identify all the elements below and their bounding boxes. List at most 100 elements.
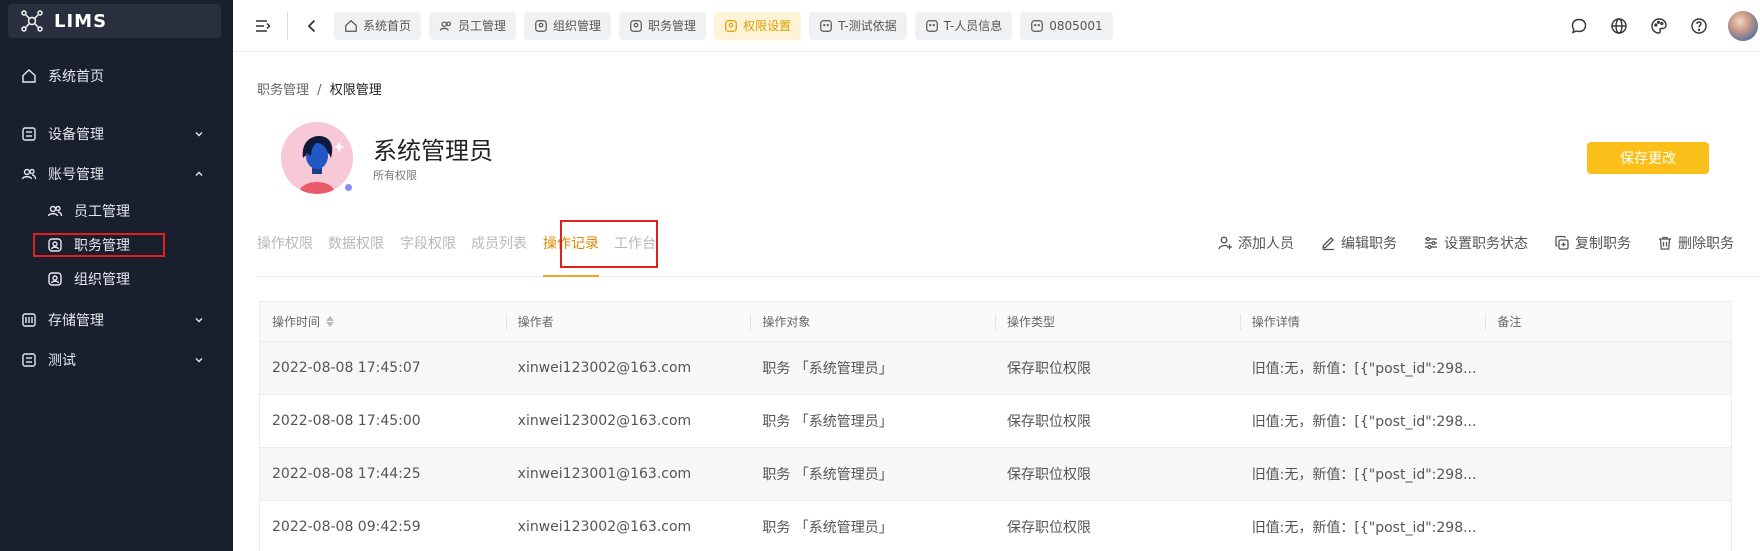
sidebar-item-label: 员工管理 (74, 204, 130, 220)
cell-operator: xinwei123001@163.com (517, 466, 692, 482)
breadcrumb: 职务管理 / 权限管理 (257, 79, 382, 98)
tab-permissions[interactable]: 权限设置 (714, 11, 802, 40)
column-label: 操作对象 (762, 315, 811, 329)
role-subtitle: 所有权限 (373, 169, 417, 182)
column-label: 操作详情 (1251, 315, 1300, 329)
cell-details: 旧值:无，新值：[{"post_id":298... (1251, 467, 1477, 483)
chevron-down-icon (193, 354, 205, 366)
users-icon (20, 165, 38, 183)
tab-label: 权限设置 (743, 19, 792, 33)
chevron-down-icon (193, 314, 205, 326)
sidebar-item-label: 职务管理 (74, 238, 130, 254)
tab-test-basis[interactable]: T-测试依据 (809, 11, 907, 40)
tab-member-list[interactable]: 成员列表 (471, 223, 527, 277)
cell-target: 职务 「系统管理员」 (762, 467, 893, 483)
cell-remarks (1485, 395, 1731, 447)
cell-type: 保存职位权限 (1007, 520, 1092, 536)
back-icon[interactable] (300, 14, 324, 38)
column-label: 操作者 (517, 315, 554, 329)
divider (287, 11, 288, 40)
cell-operator: xinwei123002@163.com (517, 519, 692, 535)
main-content: 职务管理 / 权限管理 系统管理员 所有权限 保存更改 操作权限 数据权限 字段… (233, 53, 1760, 551)
tab-label: 0805001 (1049, 18, 1103, 33)
cell-time: 2022-08-08 09:42:59 (272, 519, 421, 535)
menu-toggle-icon[interactable] (251, 14, 275, 38)
tab-label: 员工管理 (458, 19, 507, 33)
home-icon (345, 19, 357, 32)
column-header-details: 操作详情 (1239, 302, 1486, 341)
sidebar-item-home[interactable]: 系统首页 (0, 56, 233, 96)
sidebar-item-label: 账号管理 (48, 167, 104, 183)
badge-icon (46, 270, 64, 288)
delete-position-button[interactable]: 删除职务 (1657, 233, 1734, 253)
copy-position-button[interactable]: 复制职务 (1554, 233, 1631, 253)
sidebar-item-employees[interactable]: 员工管理 (0, 194, 233, 228)
sidebar-item-label: 组织管理 (74, 272, 130, 288)
copy-icon (1554, 235, 1570, 251)
sidebar-item-organizations[interactable]: 组织管理 (0, 262, 233, 296)
tab-personnel-info[interactable]: T-人员信息 (914, 11, 1013, 40)
grid-icon (820, 19, 832, 32)
tab-workbench[interactable]: 工作台 (614, 223, 656, 277)
column-header-remarks: 备注 (1485, 302, 1731, 341)
cell-remarks (1485, 501, 1731, 551)
sort-icon[interactable] (326, 316, 335, 327)
cell-remarks (1485, 448, 1731, 500)
globe-icon[interactable] (1608, 15, 1630, 37)
tab-organizations[interactable]: 组织管理 (524, 11, 612, 40)
message-icon[interactable] (1568, 15, 1590, 37)
table-row[interactable]: 2022-08-08 17:45:07 xinwei123002@163.com… (260, 342, 1731, 395)
sidebar-item-test[interactable]: 测试 (0, 340, 233, 380)
set-position-status-button[interactable]: 设置职务状态 (1423, 233, 1528, 253)
grid-icon (20, 125, 38, 143)
palette-icon[interactable] (1648, 15, 1670, 37)
trash-icon (1657, 235, 1673, 251)
tab-employees[interactable]: 员工管理 (429, 11, 517, 40)
tab-positions[interactable]: 职务管理 (619, 11, 707, 40)
table-body: 2022-08-08 17:45:07 xinwei123002@163.com… (260, 342, 1731, 551)
sidebar-item-label: 设备管理 (48, 127, 104, 143)
tab-operation-log[interactable]: 操作记录 (543, 223, 599, 277)
open-tabs: 系统首页 员工管理 组织管理 职务管理 权限设置 T-测试依据 T-人员信息 0… (334, 11, 1121, 40)
column-header-time[interactable]: 操作时间 (260, 302, 506, 341)
tab-home[interactable]: 系统首页 (334, 11, 422, 40)
badge-icon (630, 19, 642, 32)
breadcrumb-parent[interactable]: 职务管理 (257, 83, 309, 98)
grid-icon (1031, 19, 1044, 32)
tab-label: T-人员信息 (943, 19, 1003, 33)
save-changes-button[interactable]: 保存更改 (1587, 142, 1709, 174)
cell-target: 职务 「系统管理员」 (762, 414, 893, 430)
sidebar-item-label: 测试 (48, 353, 76, 369)
cell-operator: xinwei123002@163.com (517, 413, 692, 429)
badge-icon (725, 19, 737, 32)
user-avatar[interactable] (1728, 11, 1758, 41)
help-icon[interactable] (1688, 15, 1710, 37)
users-icon (439, 20, 452, 31)
edit-position-button[interactable]: 编辑职务 (1320, 233, 1397, 253)
add-member-button[interactable]: 添加人员 (1217, 233, 1294, 253)
cell-time: 2022-08-08 17:45:00 (272, 413, 421, 429)
action-label: 编辑职务 (1341, 236, 1397, 252)
tab-operation-permissions[interactable]: 操作权限 (257, 223, 313, 277)
action-label: 设置职务状态 (1444, 236, 1528, 252)
chevron-down-icon (193, 128, 205, 140)
add-user-icon (1217, 235, 1233, 251)
cell-type: 保存职位权限 (1007, 361, 1092, 377)
sidebar-item-positions[interactable]: 职务管理 (33, 233, 165, 257)
grid-icon (925, 19, 938, 32)
tab-field-permissions[interactable]: 字段权限 (400, 223, 456, 277)
status-dot (345, 184, 352, 191)
column-header-type: 操作类型 (995, 302, 1240, 341)
sidebar-item-storage[interactable]: 存储管理 (0, 300, 233, 340)
tab-0805001[interactable]: 0805001 (1020, 11, 1113, 40)
action-bar: 添加人员 编辑职务 设置职务状态 复制职务 删除职务 (1191, 223, 1734, 263)
table-row[interactable]: 2022-08-08 17:45:00 xinwei123002@163.com… (260, 395, 1731, 448)
table-row[interactable]: 2022-08-08 09:42:59 xinwei123002@163.com… (260, 501, 1731, 551)
app-logo[interactable]: LIMS (8, 4, 221, 38)
tab-data-permissions[interactable]: 数据权限 (328, 223, 384, 277)
sidebar-item-equipment[interactable]: 设备管理 (0, 114, 233, 154)
sidebar-item-accounts[interactable]: 账号管理 (0, 154, 233, 194)
table-row[interactable]: 2022-08-08 17:44:25 xinwei123001@163.com… (260, 448, 1731, 501)
cell-type: 保存职位权限 (1007, 467, 1092, 483)
operation-log-table: 操作时间 操作者 操作对象 操作类型 操作详情 备注 2022-08-08 17… (259, 301, 1732, 551)
